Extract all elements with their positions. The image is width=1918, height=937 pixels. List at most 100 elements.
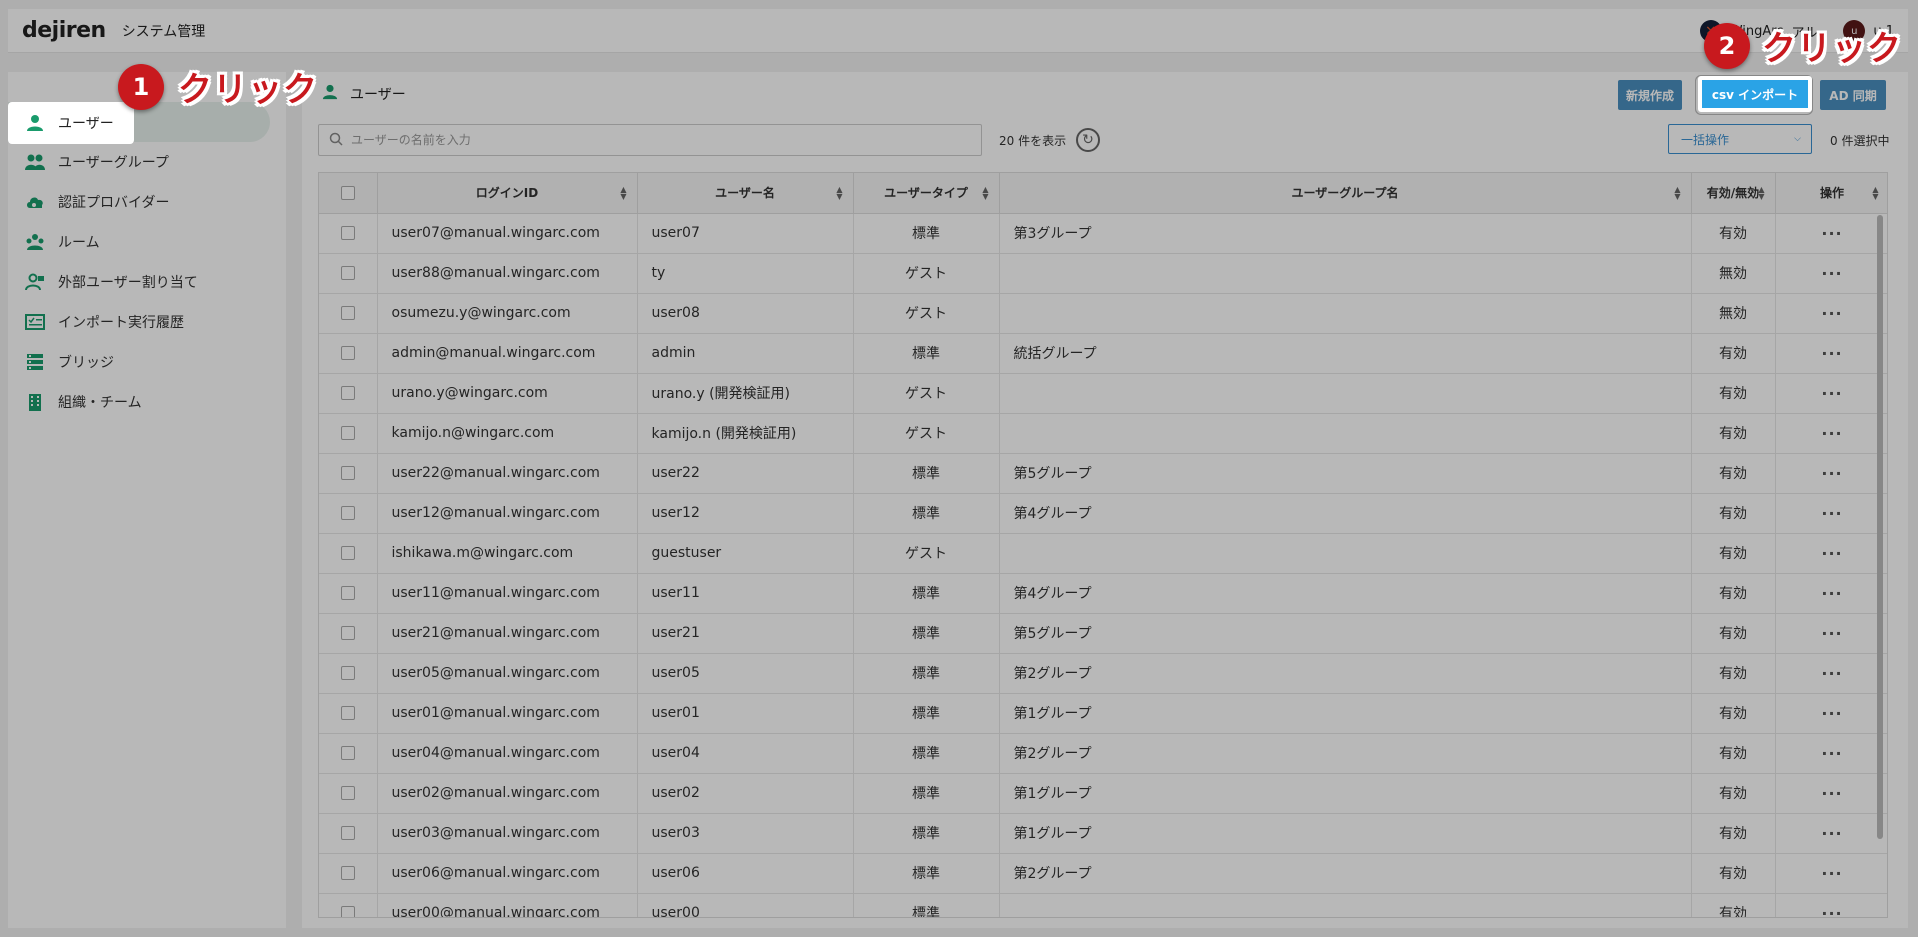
actions-cell: ··· (1775, 653, 1887, 694)
table-row[interactable]: admin@manual.wingarc.com admin 標準 統括グループ 有効 ·… (319, 333, 1887, 374)
table-row[interactable]: user01@manual.wingarc.com user01 標準 第1グループ有… (319, 693, 1887, 734)
row-checkbox-cell (319, 533, 378, 574)
row-checkbox-cell (319, 853, 378, 894)
row-checkbox[interactable] (340, 626, 355, 640)
dejiren-logo[interactable]: dejiren (22, 18, 106, 43)
table-row[interactable]: user11@manual.wingarc.com user11 標準 第4グループ有… (319, 573, 1887, 614)
login-id-cell: user00@manual.wingarc.com (377, 893, 638, 917)
user-name-cell: user00 (637, 893, 854, 917)
table-row[interactable]: kamijo.n@wingarc.com kamijo.n (開発検証用) ゲスト 有… (319, 413, 1887, 454)
table-row[interactable]: user07@manual.wingarc.com user07 標準 第3グループ有… (319, 213, 1887, 254)
sidebar-item-rooms[interactable]: ルーム (8, 222, 286, 262)
user-name-cell: user03 (637, 813, 854, 854)
sidebar-item-auth-provider[interactable]: 認証プロバイダー (8, 182, 286, 222)
table-scrollbar[interactable] (1877, 215, 1883, 839)
row-checkbox[interactable] (340, 586, 355, 600)
app-window: dejiren システム管理 ✕ WingArc アル u u 1 ユーザー ユ… (0, 0, 1918, 937)
search-icon (329, 131, 343, 150)
group-name-cell: 第5グループ (999, 613, 1692, 654)
more-actions-icon[interactable]: ··· (1821, 424, 1842, 443)
more-actions-icon[interactable]: ··· (1821, 344, 1842, 363)
row-checkbox[interactable] (340, 386, 355, 400)
sidebar-item-user-groups[interactable]: ユーザーグループ (8, 142, 286, 182)
column-header-actions[interactable]: 操作 ▲ ▼ (1775, 173, 1887, 214)
table-row[interactable]: user12@manual.wingarc.com user12 標準 第4グループ有… (319, 493, 1887, 534)
more-actions-icon[interactable]: ··· (1821, 384, 1842, 403)
table-row[interactable]: user00@manual.wingarc.com user00 標準 有効 ··· (319, 893, 1887, 918)
row-checkbox[interactable] (340, 506, 355, 520)
new-user-button[interactable]: 新規作成 (1618, 80, 1682, 110)
row-checkbox[interactable] (340, 746, 355, 760)
row-checkbox[interactable] (340, 266, 355, 280)
table-row[interactable]: user22@manual.wingarc.com user22 標準 第5グループ有… (319, 453, 1887, 494)
row-checkbox[interactable] (340, 666, 355, 680)
select-all-checkbox[interactable] (340, 186, 355, 200)
table-row[interactable]: ishikawa.m@wingarc.com guestuser ゲスト 有効 ··· (319, 533, 1887, 574)
user-name-cell: user08 (637, 293, 854, 334)
row-checkbox[interactable] (340, 866, 355, 880)
column-header-user-name[interactable]: ユーザー名 ▲ ▼ (637, 173, 854, 214)
row-checkbox[interactable] (340, 466, 355, 480)
table-row[interactable]: user03@manual.wingarc.com user03 標準 第1グループ有… (319, 813, 1887, 854)
table-row[interactable]: user05@manual.wingarc.com user05 標準 第2グループ有… (319, 653, 1887, 694)
row-checkbox[interactable] (340, 426, 355, 440)
user-name-cell: user05 (637, 653, 854, 694)
search-box (318, 124, 982, 156)
sidebar-item-organization[interactable]: 組織・チーム (8, 382, 286, 422)
more-actions-icon[interactable]: ··· (1821, 824, 1842, 843)
more-actions-icon[interactable]: ··· (1821, 704, 1842, 723)
refresh-icon[interactable]: ↻ (1076, 128, 1100, 152)
row-checkbox[interactable] (340, 226, 355, 240)
group-name-cell (999, 293, 1692, 334)
row-checkbox[interactable] (340, 546, 355, 560)
row-checkbox[interactable] (340, 306, 355, 320)
highlighted-csv-import-button[interactable]: csv インポート (1698, 76, 1812, 112)
row-checkbox[interactable] (340, 786, 355, 800)
table-row[interactable]: user06@manual.wingarc.com user06 標準 第2グループ有… (319, 853, 1887, 894)
user-name-cell: user22 (637, 453, 854, 494)
more-actions-icon[interactable]: ··· (1821, 784, 1842, 803)
actions-cell: ··· (1775, 573, 1887, 614)
ad-sync-button[interactable]: AD 同期 (1820, 80, 1886, 110)
sidebar-item-import-history[interactable]: インポート実行履歴 (8, 302, 286, 342)
table-row[interactable]: user21@manual.wingarc.com user21 標準 第5グループ有… (319, 613, 1887, 654)
row-checkbox-cell (319, 773, 378, 814)
more-actions-icon[interactable]: ··· (1821, 624, 1842, 643)
row-checkbox[interactable] (340, 706, 355, 720)
building-icon (24, 391, 46, 413)
group-name-cell: 第1グループ (999, 813, 1692, 854)
row-checkbox[interactable] (340, 346, 355, 360)
search-input[interactable] (351, 133, 951, 147)
column-header-login-id[interactable]: ログインID ▲ ▼ (377, 173, 638, 214)
sidebar-item-bridge[interactable]: ブリッジ (8, 342, 286, 382)
table-row[interactable]: urano.y@wingarc.com urano.y (開発検証用) ゲスト 有効 ·… (319, 373, 1887, 414)
more-actions-icon[interactable]: ··· (1821, 464, 1842, 483)
column-header-user-type[interactable]: ユーザータイプ ▲ ▼ (853, 173, 1000, 214)
highlighted-sidebar-item-users[interactable]: ユーザー (8, 102, 134, 144)
sort-icon: ▲ ▼ (1872, 185, 1879, 201)
group-name-cell: 第2グループ (999, 853, 1692, 894)
more-actions-icon[interactable]: ··· (1821, 544, 1842, 563)
more-actions-icon[interactable]: ··· (1821, 904, 1842, 918)
row-checkbox[interactable] (340, 826, 355, 840)
user-icon (322, 83, 338, 105)
more-actions-icon[interactable]: ··· (1821, 224, 1842, 243)
more-actions-icon[interactable]: ··· (1821, 664, 1842, 683)
more-actions-icon[interactable]: ··· (1821, 744, 1842, 763)
row-checkbox-cell (319, 573, 378, 614)
more-actions-icon[interactable]: ··· (1821, 304, 1842, 323)
table-row[interactable]: user04@manual.wingarc.com user04 標準 第2グループ有… (319, 733, 1887, 774)
table-row[interactable]: osumezu.y@wingarc.com user08 ゲスト 無効 ··· (319, 293, 1887, 334)
more-actions-icon[interactable]: ··· (1821, 264, 1842, 283)
column-header-group-name[interactable]: ユーザーグループ名 ▲ ▼ (999, 173, 1692, 214)
column-header-enabled[interactable]: 有効/無効 ▲ ▼ (1691, 173, 1776, 214)
more-actions-icon[interactable]: ··· (1821, 504, 1842, 523)
table-row[interactable]: user02@manual.wingarc.com user02 標準 第1グループ有… (319, 773, 1887, 814)
step-label-2: クリック (1762, 29, 1902, 69)
sidebar-item-external-users[interactable]: 外部ユーザー割り当て (8, 262, 286, 302)
more-actions-icon[interactable]: ··· (1821, 864, 1842, 883)
table-row[interactable]: user88@manual.wingarc.com ty ゲスト 無効 ··· (319, 253, 1887, 294)
row-checkbox[interactable] (340, 906, 355, 917)
more-actions-icon[interactable]: ··· (1821, 584, 1842, 603)
bulk-action-select[interactable]: 一括操作 ⌵ (1668, 124, 1812, 154)
